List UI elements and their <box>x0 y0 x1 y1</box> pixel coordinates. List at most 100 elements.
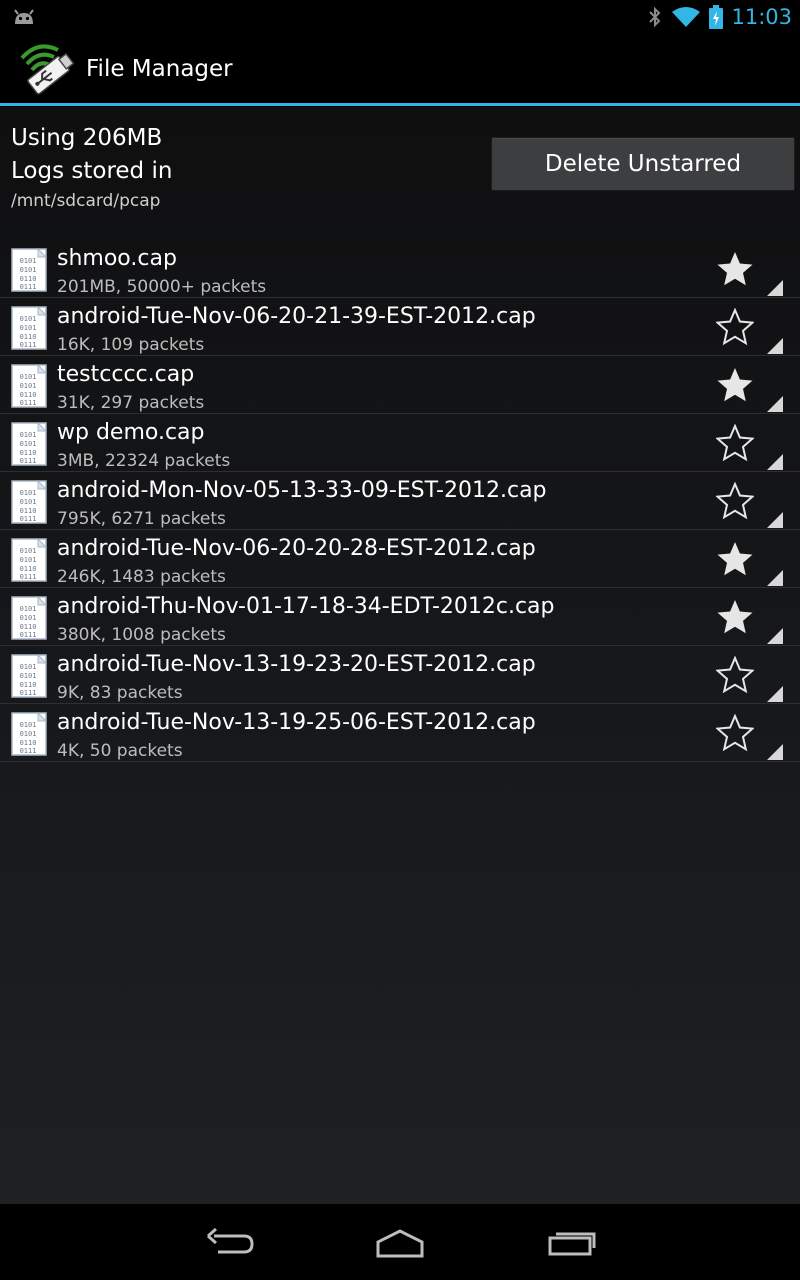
svg-text:0101: 0101 <box>20 547 37 555</box>
binary-file-icon: 0101 0101 0110 0111 <box>11 364 47 408</box>
logs-path-text: /mnt/sdcard/pcap <box>11 191 161 211</box>
svg-text:0101: 0101 <box>20 614 37 622</box>
file-row[interactable]: 0101 0101 0110 0111 android-Thu-Nov-01-1… <box>0 588 800 646</box>
svg-text:0101: 0101 <box>20 257 37 265</box>
star-filled-icon[interactable] <box>716 366 754 404</box>
svg-text:0110: 0110 <box>20 681 37 689</box>
bluetooth-icon <box>649 6 661 28</box>
file-size-packets: 3MB, 22324 packets <box>57 451 231 471</box>
svg-text:0101: 0101 <box>20 266 37 274</box>
context-menu-indicator-icon[interactable] <box>767 454 783 470</box>
status-clock: 11:03 <box>731 5 792 29</box>
svg-text:0101: 0101 <box>20 663 37 671</box>
svg-text:0110: 0110 <box>20 623 37 631</box>
star-outline-icon[interactable] <box>716 424 754 462</box>
binary-file-icon: 0101 0101 0110 0111 <box>11 654 47 698</box>
file-size-packets: 246K, 1483 packets <box>57 567 226 587</box>
svg-text:0111: 0111 <box>20 631 37 639</box>
svg-text:0110: 0110 <box>20 449 37 457</box>
binary-file-icon: 0101 0101 0110 0111 <box>11 306 47 350</box>
star-outline-icon[interactable] <box>716 714 754 752</box>
star-outline-icon[interactable] <box>716 482 754 520</box>
svg-text:0101: 0101 <box>20 440 37 448</box>
svg-text:0111: 0111 <box>20 689 37 697</box>
context-menu-indicator-icon[interactable] <box>767 686 783 702</box>
svg-text:0101: 0101 <box>20 672 37 680</box>
file-name: android-Thu-Nov-01-17-18-34-EDT-2012c.ca… <box>57 594 555 619</box>
wifi-icon <box>672 7 701 27</box>
svg-text:0110: 0110 <box>20 333 37 341</box>
back-icon[interactable] <box>200 1224 260 1260</box>
status-bar: 11:03 <box>0 0 800 34</box>
file-name: android-Tue-Nov-06-20-21-39-EST-2012.cap <box>57 304 536 329</box>
svg-text:0101: 0101 <box>20 373 37 381</box>
file-row[interactable]: 0101 0101 0110 0111 android-Tue-Nov-06-2… <box>0 298 800 356</box>
svg-text:0111: 0111 <box>20 457 37 465</box>
storage-usage-text: Using 206MB <box>11 125 163 151</box>
main-content: Using 206MB Logs stored in /mnt/sdcard/p… <box>0 107 800 1204</box>
file-size-packets: 4K, 50 packets <box>57 741 183 761</box>
storage-summary: Using 206MB Logs stored in /mnt/sdcard/p… <box>0 107 800 237</box>
star-filled-icon[interactable] <box>716 598 754 636</box>
svg-text:0110: 0110 <box>20 565 37 573</box>
recent-apps-icon[interactable] <box>542 1224 602 1260</box>
app-title: File Manager <box>86 56 233 82</box>
context-menu-indicator-icon[interactable] <box>767 570 783 586</box>
svg-text:0111: 0111 <box>20 515 37 523</box>
file-row[interactable]: 0101 0101 0110 0111 android-Tue-Nov-13-1… <box>0 704 800 762</box>
home-icon[interactable] <box>370 1224 430 1260</box>
svg-text:0111: 0111 <box>20 573 37 581</box>
file-row[interactable]: 0101 0101 0110 0111 wp demo.cap 3MB, 223… <box>0 414 800 472</box>
context-menu-indicator-icon[interactable] <box>767 744 783 760</box>
svg-text:0110: 0110 <box>20 507 37 515</box>
context-menu-indicator-icon[interactable] <box>767 338 783 354</box>
file-size-packets: 31K, 297 packets <box>57 393 205 413</box>
svg-text:0111: 0111 <box>20 399 37 407</box>
svg-text:0101: 0101 <box>20 730 37 738</box>
file-size-packets: 9K, 83 packets <box>57 683 183 703</box>
file-name: android-Mon-Nov-05-13-33-09-EST-2012.cap <box>57 478 547 503</box>
svg-text:0111: 0111 <box>20 283 37 291</box>
star-filled-icon[interactable] <box>716 540 754 578</box>
file-row[interactable]: 0101 0101 0110 0111 shmoo.cap 201MB, 500… <box>0 240 800 298</box>
svg-text:0111: 0111 <box>20 341 37 349</box>
file-name: shmoo.cap <box>57 246 177 271</box>
svg-text:0110: 0110 <box>20 739 37 747</box>
svg-text:0101: 0101 <box>20 315 37 323</box>
file-row[interactable]: 0101 0101 0110 0111 android-Tue-Nov-06-2… <box>0 530 800 588</box>
binary-file-icon: 0101 0101 0110 0111 <box>11 596 47 640</box>
context-menu-indicator-icon[interactable] <box>767 396 783 412</box>
delete-unstarred-button[interactable]: Delete Unstarred <box>491 137 795 191</box>
svg-text:0101: 0101 <box>20 498 37 506</box>
star-outline-icon[interactable] <box>716 656 754 694</box>
svg-text:0101: 0101 <box>20 605 37 613</box>
file-row[interactable]: 0101 0101 0110 0111 android-Mon-Nov-05-1… <box>0 472 800 530</box>
file-size-packets: 201MB, 50000+ packets <box>57 277 267 297</box>
context-menu-indicator-icon[interactable] <box>767 628 783 644</box>
file-row[interactable]: 0101 0101 0110 0111 android-Tue-Nov-13-1… <box>0 646 800 704</box>
file-row[interactable]: 0101 0101 0110 0111 testcccc.cap 31K, 29… <box>0 356 800 414</box>
svg-text:0101: 0101 <box>20 324 37 332</box>
svg-text:0101: 0101 <box>20 382 37 390</box>
usb-wifi-app-icon[interactable] <box>18 40 78 100</box>
binary-file-icon: 0101 0101 0110 0111 <box>11 480 47 524</box>
file-size-packets: 380K, 1008 packets <box>57 625 226 645</box>
file-name: android-Tue-Nov-13-19-23-20-EST-2012.cap <box>57 652 536 677</box>
file-name: android-Tue-Nov-06-20-20-28-EST-2012.cap <box>57 536 536 561</box>
svg-text:0110: 0110 <box>20 275 37 283</box>
star-filled-icon[interactable] <box>716 250 754 288</box>
logs-location-label: Logs stored in <box>11 158 173 184</box>
svg-text:0101: 0101 <box>20 556 37 564</box>
svg-text:0101: 0101 <box>20 489 37 497</box>
file-list: 0101 0101 0110 0111 shmoo.cap 201MB, 500… <box>0 240 800 762</box>
navigation-bar <box>0 1204 800 1280</box>
star-outline-icon[interactable] <box>716 308 754 346</box>
context-menu-indicator-icon[interactable] <box>767 280 783 296</box>
svg-text:0111: 0111 <box>20 747 37 755</box>
android-debug-icon <box>14 9 34 24</box>
file-size-packets: 16K, 109 packets <box>57 335 205 355</box>
context-menu-indicator-icon[interactable] <box>767 512 783 528</box>
binary-file-icon: 0101 0101 0110 0111 <box>11 248 47 292</box>
file-size-packets: 795K, 6271 packets <box>57 509 226 529</box>
battery-charging-icon <box>709 5 724 29</box>
